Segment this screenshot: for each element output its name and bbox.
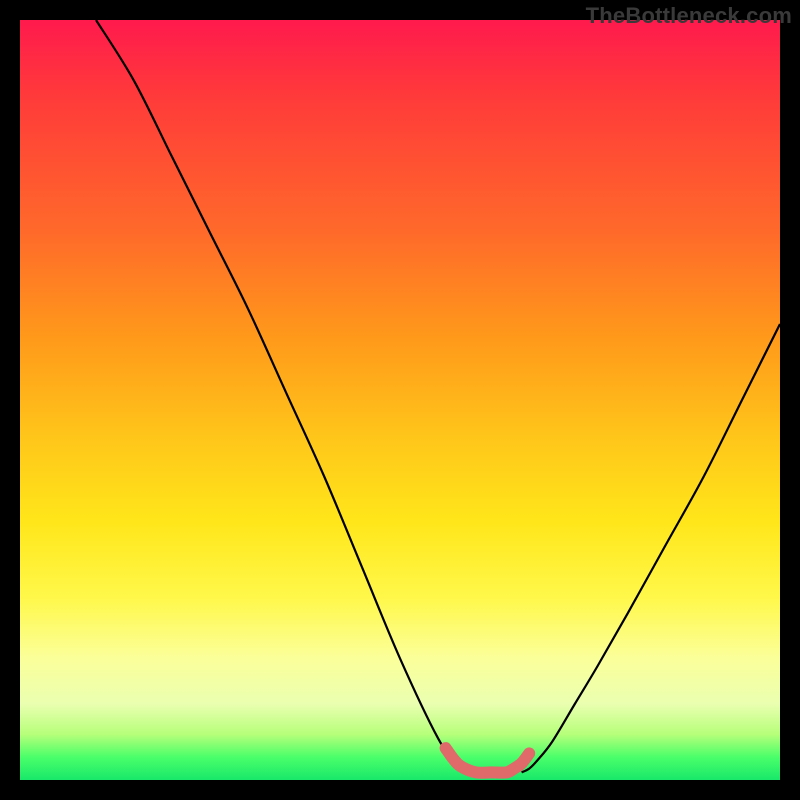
bottom-highlight	[446, 748, 530, 773]
right-curve	[522, 324, 780, 772]
left-curve	[96, 20, 476, 772]
curve-layer	[20, 20, 780, 780]
chart-container: TheBottleneck.com	[0, 0, 800, 800]
plot-area	[20, 20, 780, 780]
